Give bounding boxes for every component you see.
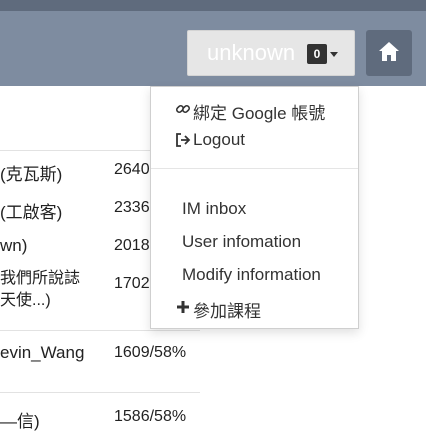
- table-cell-name: wn): [0, 236, 28, 255]
- table-cell-value: 2640: [114, 161, 150, 178]
- username-label: unknown: [207, 40, 296, 65]
- menu-item-label: User infomation: [182, 232, 302, 251]
- navbar: unknown 0: [0, 11, 426, 86]
- row-divider: [0, 392, 200, 393]
- plus-icon: [177, 301, 189, 313]
- menu-item-label: IM inbox: [182, 199, 247, 218]
- table-cell-name: 我們所說誌: [0, 270, 81, 287]
- bind-google-account-item[interactable]: 綁定 Google 帳號: [151, 95, 358, 123]
- table-cell-value: 1586/58%: [114, 408, 187, 425]
- notification-badge: 0: [307, 44, 327, 64]
- top-band: [0, 0, 426, 11]
- table-cell-name: (工啟客): [0, 203, 63, 222]
- home-icon: [379, 42, 399, 61]
- table-cell-name: evin_Wang: [0, 343, 85, 362]
- table-cell-value: 1702: [114, 275, 150, 292]
- menu-item-label: Modify information: [182, 265, 321, 284]
- modify-information-item[interactable]: Modify information: [151, 261, 358, 289]
- link-icon: [175, 104, 191, 114]
- menu-item-label: 參加課程: [193, 302, 261, 321]
- im-inbox-item[interactable]: IM inbox: [151, 195, 358, 223]
- table-cell-value: 2336: [114, 199, 150, 216]
- logout-item[interactable]: Logout: [151, 126, 358, 154]
- page: unknown 0 (克瓦斯) 2640 (工啟客) 2336 wn) 2018…: [0, 0, 426, 433]
- menu-item-label: Logout: [193, 130, 245, 149]
- user-information-item[interactable]: User infomation: [151, 228, 358, 256]
- user-dropdown-menu: 綁定 Google 帳號 Logout IM inbox User infoma…: [150, 86, 359, 329]
- table-cell-value: 1609/58%: [114, 344, 187, 361]
- table-cell-name: (克瓦斯): [0, 165, 63, 184]
- row-divider: [0, 330, 200, 331]
- caret-down-icon: [330, 52, 338, 57]
- user-menu-button[interactable]: unknown 0: [187, 30, 355, 76]
- table-cell-value: 2018: [114, 237, 150, 254]
- table-cell-name: —信): [0, 412, 40, 431]
- table-cell-name: 天使...): [0, 292, 51, 309]
- logout-icon: [176, 133, 191, 147]
- home-button[interactable]: [366, 30, 412, 76]
- row-divider: [0, 150, 150, 151]
- menu-divider: [151, 168, 358, 169]
- join-course-item[interactable]: 參加課程: [151, 293, 358, 321]
- menu-item-label: 綁定 Google 帳號: [193, 104, 326, 123]
